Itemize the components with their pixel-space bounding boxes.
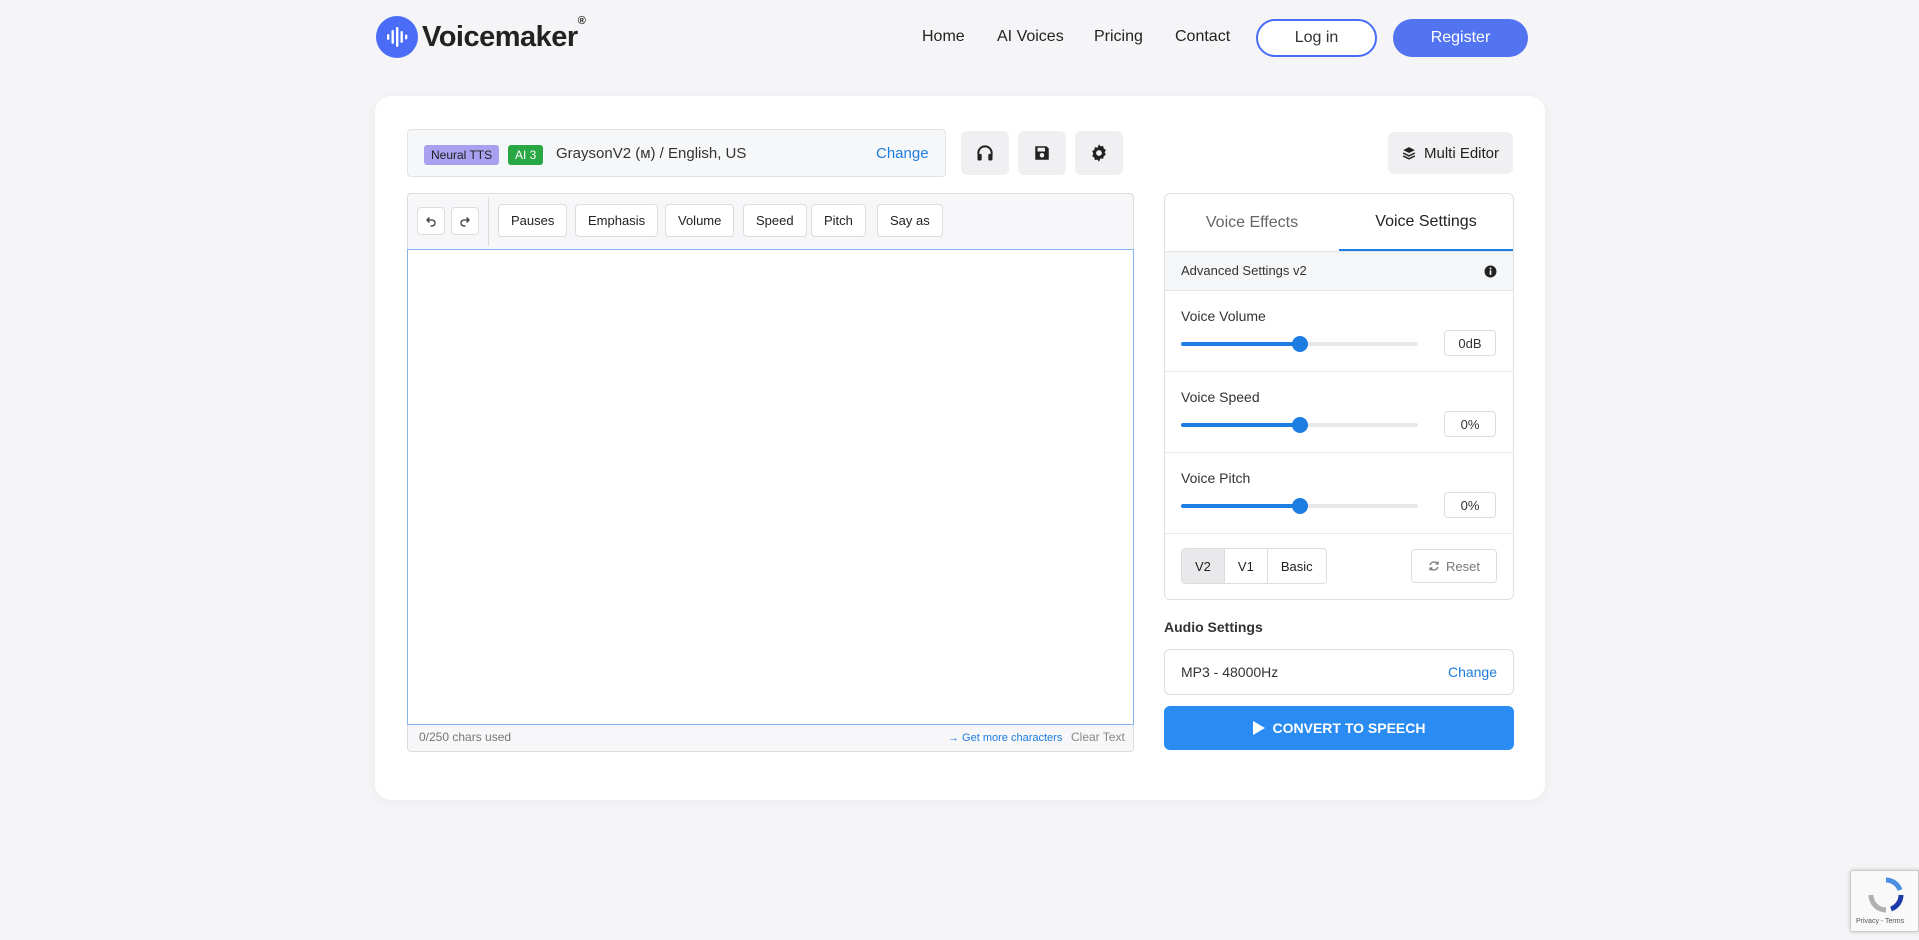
convert-to-speech-button[interactable]: CONVERT TO SPEECH [1164,706,1514,750]
slider-thumb[interactable] [1291,498,1308,514]
recaptcha-icon [1868,877,1904,913]
voice-volume-label: Voice Volume [1181,308,1266,324]
voice-name: GraysonV2 (ᴍ) / English, US [556,145,747,162]
ai-badge: AI 3 [508,145,544,165]
say-as-button[interactable]: Say as [877,204,943,237]
recaptcha-badge[interactable]: Privacy - Terms [1850,870,1919,932]
neural-tts-badge: Neural TTS [424,145,500,165]
settings-panel: Voice Effects Voice Settings Advanced Se… [1164,193,1514,600]
login-button[interactable]: Log in [1256,19,1377,57]
redo-button[interactable] [451,207,479,235]
nav-contact[interactable]: Contact [1175,28,1230,46]
speed-button[interactable]: Speed [743,204,807,237]
emphasis-button[interactable]: Emphasis [575,204,659,237]
get-more-characters-link[interactable]: → Get more characters [948,732,1062,744]
tab-voice-effects[interactable]: Voice Effects [1165,194,1339,251]
change-voice-link[interactable]: Change [876,145,929,162]
slider-fill [1181,423,1300,427]
slider-thumb[interactable] [1291,417,1308,433]
nav-pricing[interactable]: Pricing [1094,28,1143,46]
reset-label: Reset [1446,558,1480,574]
voice-pitch-label: Voice Pitch [1181,470,1251,486]
toolbar-divider [488,197,489,246]
version-v2-button[interactable]: V2 [1182,549,1225,583]
version-v1-button[interactable]: V1 [1224,549,1268,583]
logo[interactable]: Voicemaker® [376,14,586,58]
registered-mark: ® [577,14,586,27]
site-header: Voicemaker® Home AI Voices Pricing Conta… [0,0,1919,76]
editor-toolbar: Pauses Emphasis Volume Speed Pitch Say a… [408,194,1133,249]
layers-icon [1402,147,1416,160]
nav-ai-voices[interactable]: AI Voices [997,28,1064,46]
change-audio-link[interactable]: Change [1448,664,1497,680]
tab-voice-settings[interactable]: Voice Settings [1339,194,1513,251]
info-icon[interactable] [1484,265,1497,278]
voice-pitch-slider[interactable] [1181,498,1418,514]
audio-format-value: MP3 - 48000Hz [1181,664,1279,680]
volume-button[interactable]: Volume [665,204,735,237]
version-selector: V2 V1 Basic [1181,548,1327,584]
preview-button[interactable] [961,131,1009,175]
text-input[interactable] [407,249,1134,725]
chars-counter: 0/250 chars used [419,730,512,744]
register-button[interactable]: Register [1393,19,1528,57]
convert-label: CONVERT TO SPEECH [1272,720,1426,736]
voice-volume-slider[interactable] [1181,336,1418,352]
slider-fill [1181,342,1300,346]
voice-speed-setting: Voice Speed 0% [1165,372,1513,453]
pitch-button[interactable]: Pitch [811,204,866,237]
slider-thumb[interactable] [1291,336,1308,352]
recaptcha-links[interactable]: Privacy - Terms [1856,918,1904,925]
save-icon [1035,146,1049,160]
voice-selector: Neural TTS AI 3 GraysonV2 (ᴍ) / English,… [407,129,946,177]
redo-icon [460,217,470,227]
settings-button[interactable] [1075,131,1123,175]
voice-speed-label: Voice Speed [1181,389,1260,405]
clear-text-link[interactable]: Clear Text [1071,730,1125,744]
reset-button[interactable]: Reset [1411,549,1497,583]
advanced-settings-label: Advanced Settings v2 [1181,263,1307,278]
voice-pitch-value[interactable]: 0% [1444,492,1496,518]
multi-editor-button[interactable]: Multi Editor [1388,132,1513,174]
gear-icon [1092,144,1106,162]
slider-fill [1181,504,1300,508]
voice-speed-slider[interactable] [1181,417,1418,433]
save-button[interactable] [1018,131,1066,175]
brand-name: Voicemaker® [422,14,586,53]
text-editor: Pauses Emphasis Volume Speed Pitch Say a… [407,193,1134,752]
logo-icon [376,16,418,58]
voice-volume-value[interactable]: 0dB [1444,330,1496,356]
multi-editor-label: Multi Editor [1423,144,1500,162]
undo-button[interactable] [417,207,445,235]
pauses-button[interactable]: Pauses [498,204,568,237]
audio-settings-box: MP3 - 48000Hz Change [1164,649,1514,695]
undo-icon [426,217,436,227]
play-icon [1252,721,1265,735]
advanced-settings-header: Advanced Settings v2 [1165,251,1513,291]
headphones-icon [977,145,993,161]
nav-home[interactable]: Home [922,28,965,46]
voice-speed-value[interactable]: 0% [1444,411,1496,437]
voice-volume-setting: Voice Volume 0dB [1165,291,1513,372]
version-basic-button[interactable]: Basic [1267,549,1326,583]
audio-settings-label: Audio Settings [1164,619,1263,635]
refresh-icon [1429,561,1439,571]
voice-pitch-setting: Voice Pitch 0% [1165,453,1513,534]
